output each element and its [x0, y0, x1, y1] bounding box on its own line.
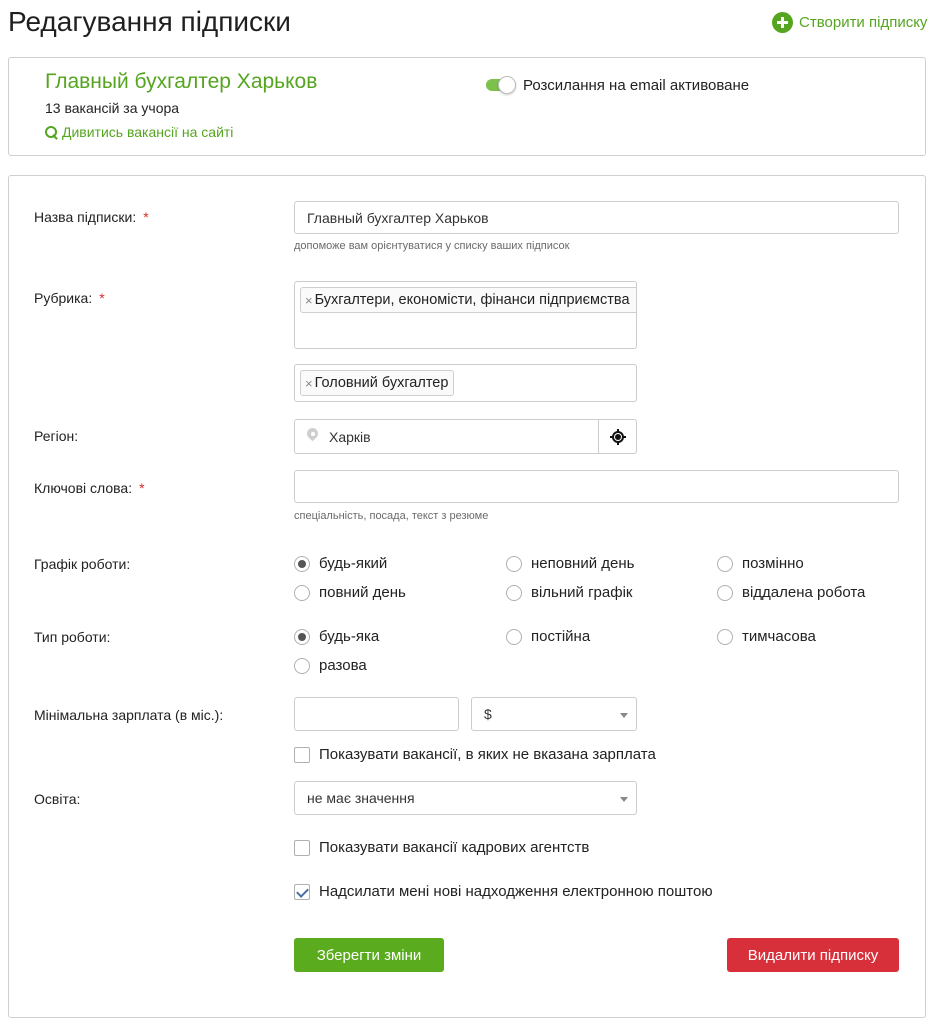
- vacancy-count: 13 вакансій за учора: [45, 100, 180, 116]
- region-value: Харків: [329, 428, 371, 445]
- chevron-down-icon: [620, 713, 628, 718]
- toggle-knob: [498, 76, 516, 94]
- show-unspecified-salary-checkbox[interactable]: Показувати вакансії, в яких не вказана з…: [294, 746, 656, 763]
- required-mark: *: [139, 480, 145, 496]
- radio-button[interactable]: [717, 584, 733, 601]
- create-subscription-link[interactable]: Створити підписку: [772, 12, 927, 33]
- salary-input[interactable]: [294, 697, 459, 731]
- schedule-label: Графік роботи:: [34, 556, 131, 572]
- keywords-label: Ключові слова: *: [34, 480, 145, 496]
- education-value: не має значення: [307, 790, 415, 806]
- page-title: Редагування підписки: [8, 6, 291, 37]
- work-type-label: Тип роботи:: [34, 629, 111, 645]
- work-type-option-any[interactable]: будь-яка: [294, 628, 379, 645]
- crosshair-icon: [610, 429, 626, 445]
- checkbox[interactable]: [294, 746, 310, 763]
- salary-label: Мінімальна зарплата (в міс.):: [34, 707, 224, 723]
- chevron-down-icon: [620, 797, 628, 802]
- checkbox[interactable]: [294, 839, 310, 856]
- subrubric-tag: × Головний бухгалтер: [300, 370, 455, 396]
- radio-button[interactable]: [506, 584, 522, 601]
- subrubric-tag-label: Головний бухгалтер: [314, 375, 449, 391]
- radio-button[interactable]: [717, 555, 733, 572]
- radio-button[interactable]: [294, 628, 310, 645]
- delete-subscription-button[interactable]: Видалити підписку: [727, 938, 899, 972]
- radio-button[interactable]: [294, 584, 310, 601]
- rubric-label: Рубрика: *: [34, 290, 105, 306]
- save-button[interactable]: Зберегти зміни: [294, 938, 444, 972]
- education-label: Освіта:: [34, 791, 81, 807]
- search-icon: [45, 125, 58, 139]
- email-notifications-checkbox[interactable]: Надсилати мені нові надходження електрон…: [294, 883, 713, 900]
- rubric-tag: × Бухгалтери, економісти, фінанси підпри…: [300, 287, 636, 313]
- plus-circle-icon: [772, 12, 793, 33]
- required-mark: *: [99, 290, 105, 306]
- remove-tag-icon[interactable]: ×: [305, 293, 313, 308]
- schedule-option-remote[interactable]: віддалена робота: [717, 584, 865, 601]
- show-agencies-checkbox[interactable]: Показувати вакансії кадрових агентств: [294, 839, 589, 856]
- radio-button[interactable]: [717, 628, 733, 645]
- view-vacancies-link[interactable]: Дивитись вакансії на сайті: [45, 124, 233, 140]
- required-mark: *: [143, 209, 149, 225]
- subscription-name: Главный бухгалтер Харьков: [45, 70, 318, 93]
- subscription-name-hint: допоможе вам орієнтуватися у списку ваши…: [294, 240, 570, 252]
- work-type-option-one-time[interactable]: разова: [294, 657, 367, 674]
- rubric-select[interactable]: × Бухгалтери, економісти, фінанси підпри…: [294, 281, 637, 349]
- schedule-option-flexible[interactable]: вільний графік: [506, 584, 632, 601]
- schedule-option-any[interactable]: будь-який: [294, 555, 387, 572]
- keywords-input[interactable]: [294, 470, 899, 503]
- email-toggle-label: Розсилання на email активоване: [523, 77, 750, 94]
- schedule-option-part-time[interactable]: неповний день: [506, 555, 634, 572]
- schedule-option-full-time[interactable]: повний день: [294, 584, 406, 601]
- locate-me-button[interactable]: [598, 420, 636, 454]
- work-type-option-temporary[interactable]: тимчасова: [717, 628, 816, 645]
- radio-button[interactable]: [294, 555, 310, 572]
- location-pin-icon: [307, 428, 318, 443]
- region-label: Регіон:: [34, 428, 79, 444]
- remove-tag-icon[interactable]: ×: [305, 376, 313, 391]
- work-type-option-permanent[interactable]: постійна: [506, 628, 590, 645]
- rubric-tag-label: Бухгалтери, економісти, фінанси підприєм…: [314, 292, 630, 308]
- education-select[interactable]: не має значення: [294, 781, 637, 815]
- subrubric-select[interactable]: × Головний бухгалтер: [294, 364, 637, 402]
- subscription-name-label: Назва підписки: *: [34, 209, 149, 225]
- schedule-option-shifts[interactable]: позмінно: [717, 555, 804, 572]
- view-vacancies-label: Дивитись вакансії на сайті: [62, 124, 234, 140]
- region-input[interactable]: Харків: [294, 419, 637, 454]
- radio-button[interactable]: [506, 628, 522, 645]
- checkbox[interactable]: [294, 883, 310, 900]
- radio-button[interactable]: [294, 657, 310, 674]
- subscription-name-input[interactable]: Главный бухгалтер Харьков: [294, 201, 899, 234]
- currency-value: $: [484, 706, 492, 722]
- currency-select[interactable]: $: [471, 697, 637, 731]
- email-toggle[interactable]: [486, 76, 517, 94]
- create-subscription-label: Створити підписку: [799, 14, 928, 31]
- keywords-hint: спеціальність, посада, текст з резюме: [294, 510, 489, 522]
- radio-button[interactable]: [506, 555, 522, 572]
